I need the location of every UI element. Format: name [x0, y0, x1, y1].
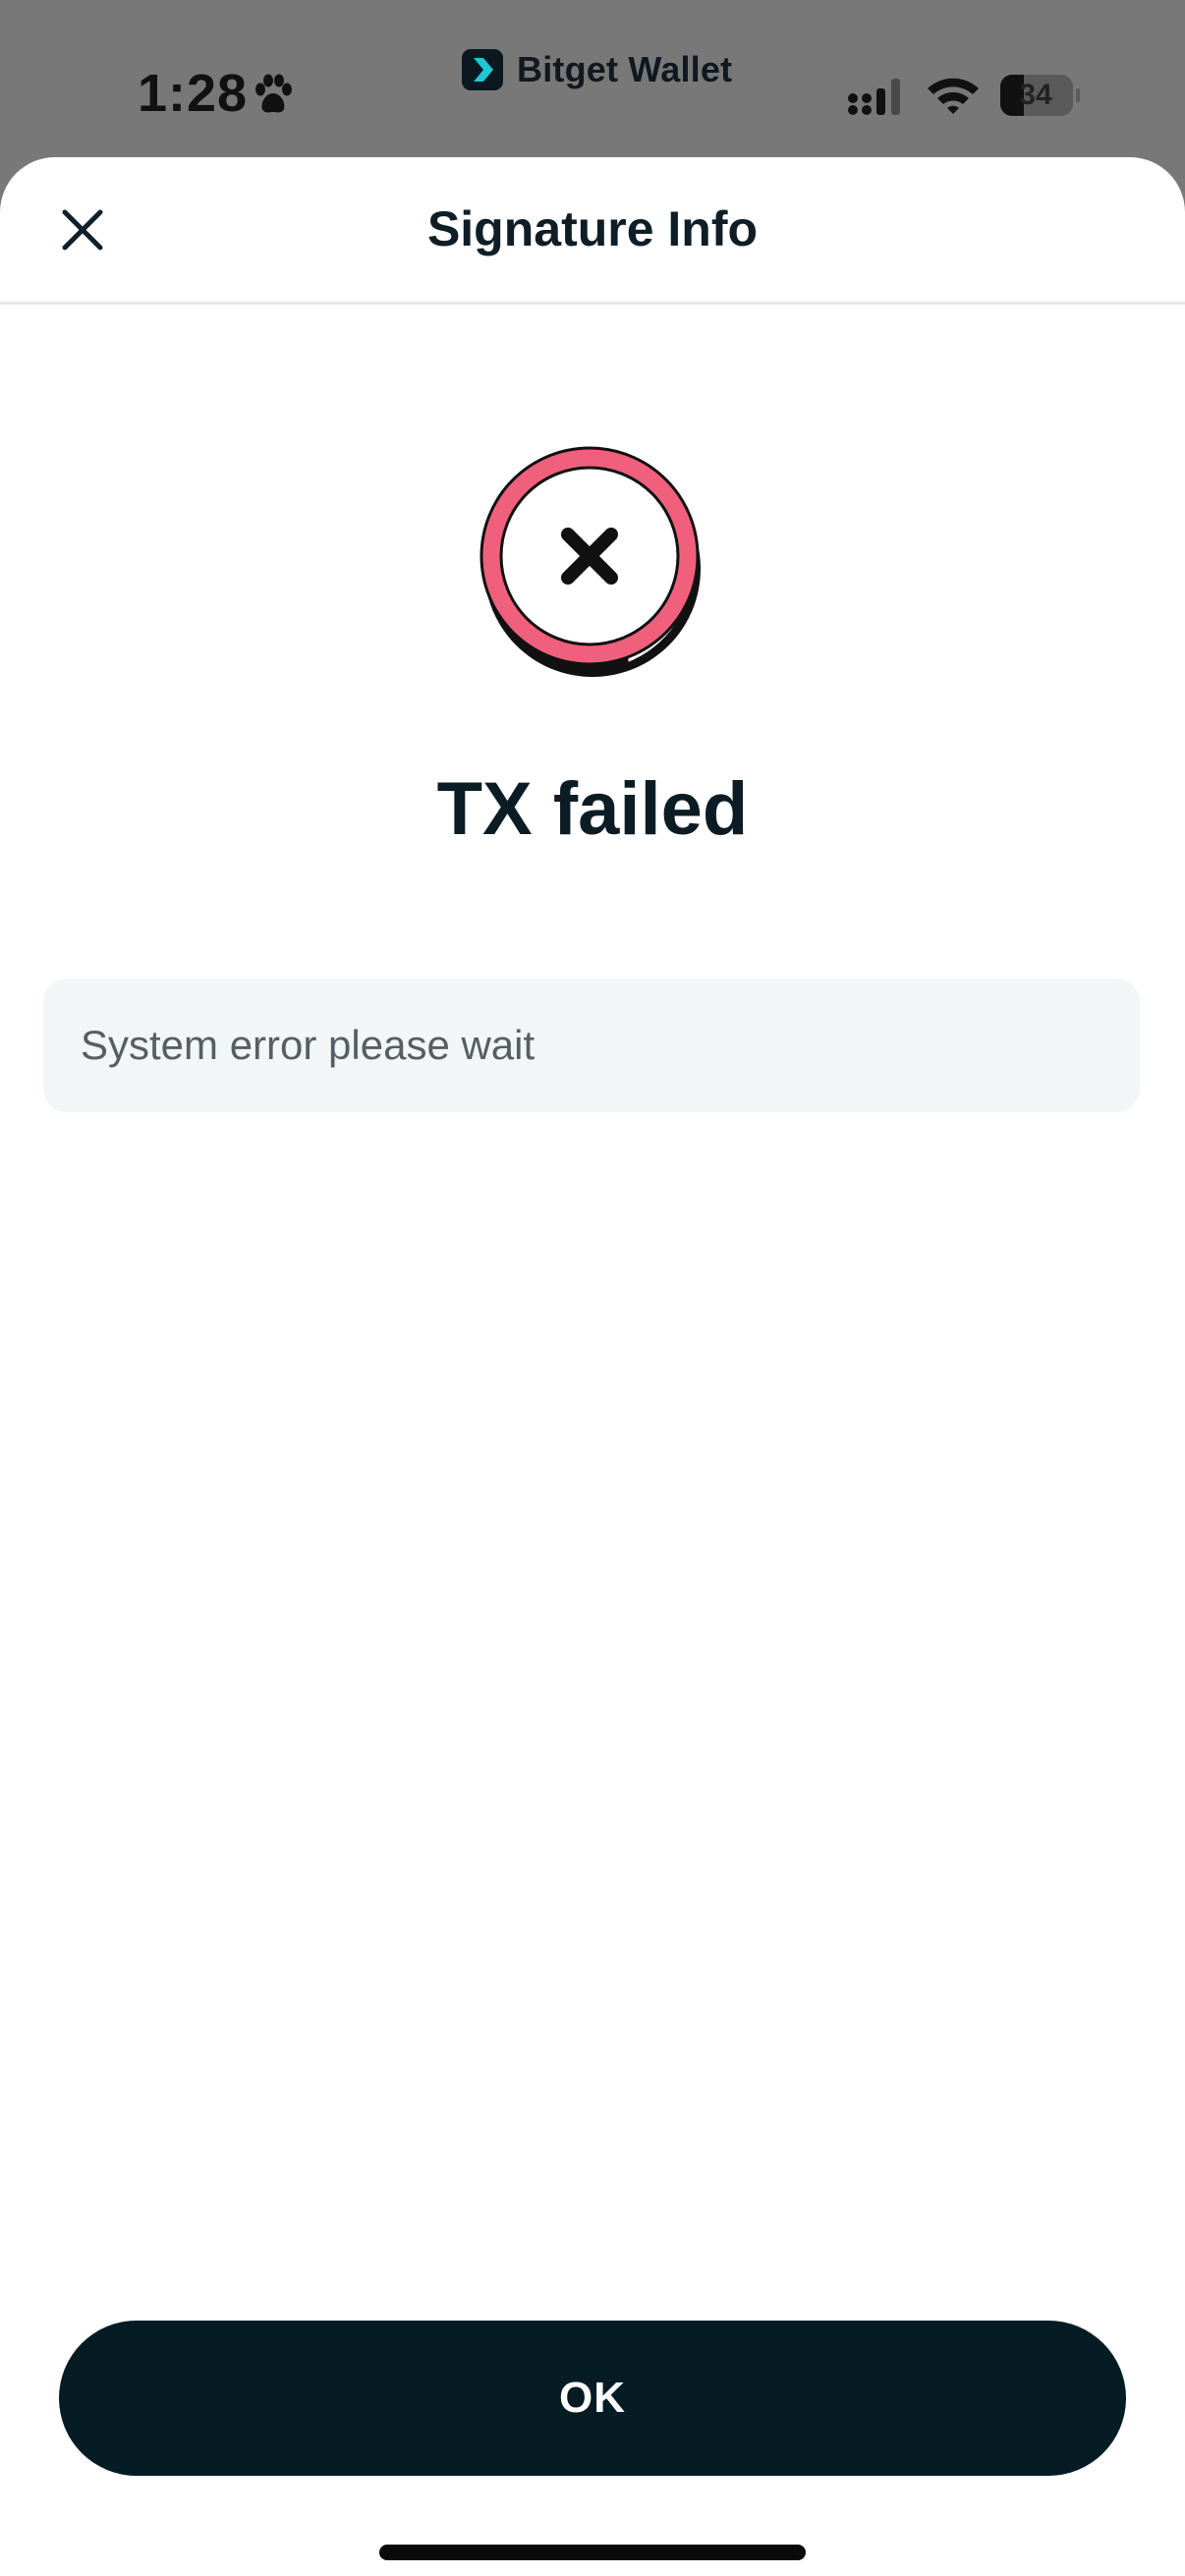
status-time: 1:28: [138, 64, 249, 123]
app-banner[interactable]: Bitget Wallet: [462, 49, 732, 90]
app-banner-label: Bitget Wallet: [517, 49, 733, 89]
fail-badge-icon: [480, 446, 701, 677]
home-indicator: [379, 2545, 806, 2560]
bitget-logo-icon: [462, 49, 503, 90]
result-title: TX failed: [436, 767, 749, 851]
paw-icon: [255, 74, 292, 113]
screen: 1:28 Bitget Wallet 34 Signature Info TX …: [0, 0, 1185, 2576]
wifi-icon: [928, 78, 979, 114]
sheet-title: Signature Info: [426, 201, 759, 256]
error-message: System error please wait: [81, 1022, 536, 1068]
ok-button[interactable]: OK: [59, 2321, 1126, 2476]
error-message-box: System error please wait: [43, 979, 1140, 1112]
status-bar: 1:28 Bitget Wallet 34: [0, 0, 1185, 157]
signature-info-sheet: Signature Info TX failed System error pl…: [0, 157, 1185, 2576]
battery-level: 34: [1019, 79, 1052, 111]
ok-button-label: OK: [559, 2374, 626, 2422]
sheet-header: Signature Info: [0, 157, 1185, 305]
cellular-signal-icon: [848, 79, 900, 115]
